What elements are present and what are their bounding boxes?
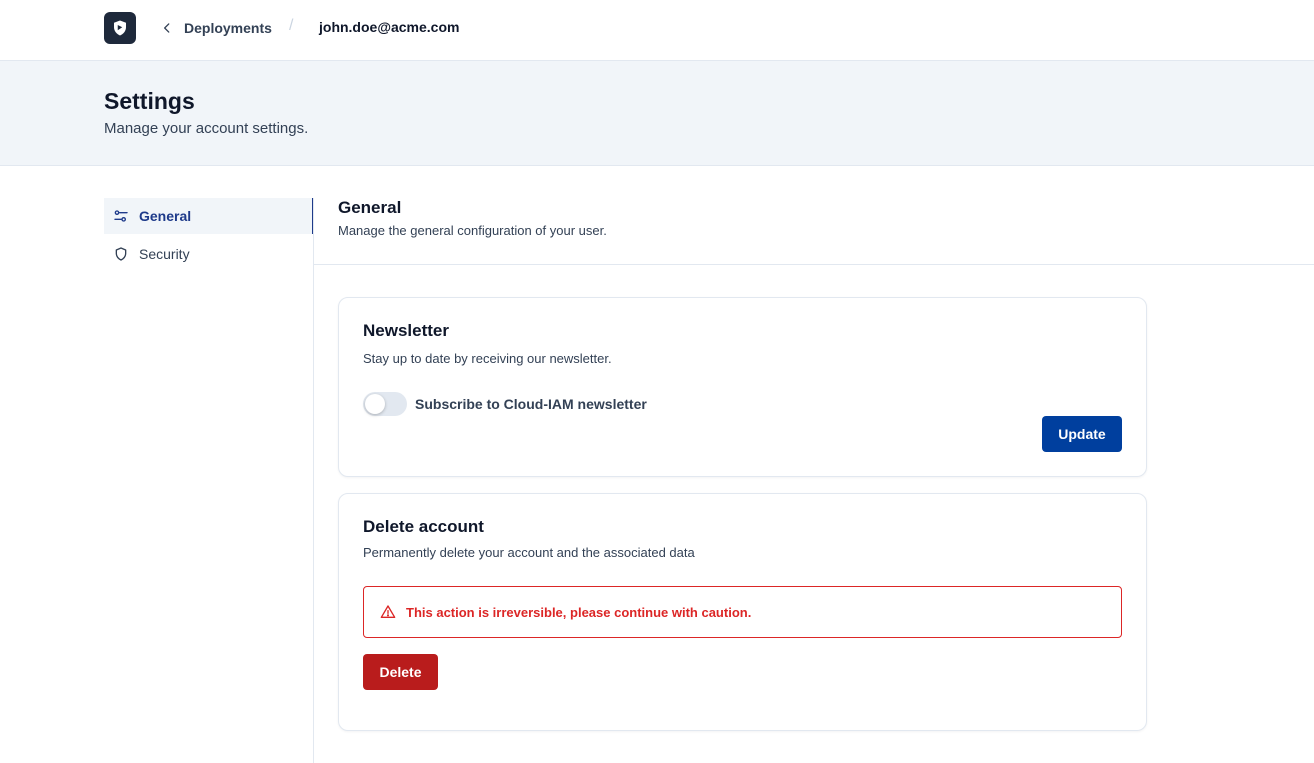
breadcrumb-current-user: john.doe@acme.com <box>319 19 460 35</box>
update-button[interactable]: Update <box>1042 416 1122 452</box>
newsletter-toggle-label[interactable]: Subscribe to Cloud-IAM newsletter <box>415 396 647 412</box>
sidebar-divider <box>313 198 314 763</box>
shield-icon <box>115 247 127 261</box>
shield-logo-icon <box>114 20 126 36</box>
section-title: General <box>338 198 402 217</box>
irreversible-alert: This action is irreversible, please cont… <box>363 586 1122 638</box>
warning-triangle-icon <box>380 605 396 618</box>
back-link-label: Deployments <box>184 20 272 36</box>
page-subtitle: Manage your account settings. <box>104 120 309 137</box>
top-bar: Deployments / john.doe@acme.com <box>0 0 1314 61</box>
newsletter-toggle-row: Subscribe to Cloud-IAM newsletter <box>363 392 647 416</box>
delete-account-title: Delete account <box>363 517 484 536</box>
page-header: Settings Manage your account settings. <box>0 61 1314 166</box>
chevron-left-icon <box>164 23 170 33</box>
app-logo[interactable] <box>104 12 136 44</box>
breadcrumb-separator: / <box>289 17 294 34</box>
newsletter-toggle[interactable] <box>363 392 407 416</box>
newsletter-subtitle: Stay up to date by receiving our newslet… <box>363 351 612 366</box>
section-divider <box>314 264 1314 265</box>
delete-account-subtitle: Permanently delete your account and the … <box>363 545 695 560</box>
alert-text: This action is irreversible, please cont… <box>406 604 752 620</box>
sidebar-item-general[interactable]: General <box>104 198 314 234</box>
newsletter-title: Newsletter <box>363 321 449 340</box>
newsletter-card: Newsletter Stay up to date by receiving … <box>338 297 1147 477</box>
back-to-deployments-link[interactable]: Deployments <box>160 18 272 38</box>
sidebar-item-security[interactable]: Security <box>104 236 314 272</box>
sidebar-item-label: Security <box>139 246 190 262</box>
delete-button[interactable]: Delete <box>363 654 438 690</box>
sliders-icon <box>114 210 128 222</box>
section-subtitle: Manage the general configuration of your… <box>338 223 607 238</box>
toggle-knob <box>365 394 385 414</box>
settings-sidebar: General Security <box>104 198 314 274</box>
sidebar-item-label: General <box>139 208 192 224</box>
page-title: Settings <box>104 88 195 114</box>
delete-account-card: Delete account Permanently delete your a… <box>338 493 1147 731</box>
